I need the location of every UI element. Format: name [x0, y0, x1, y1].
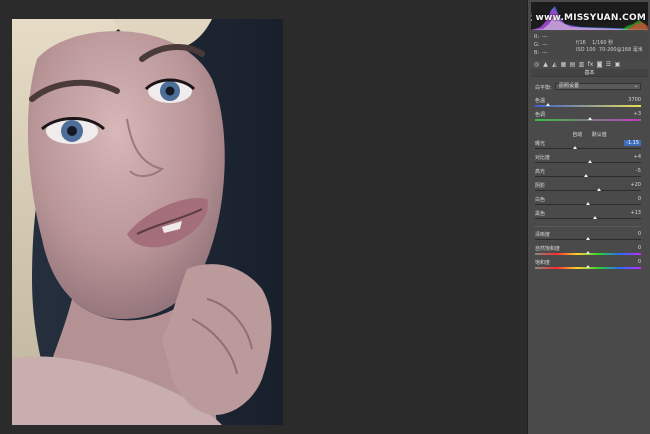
saturation-thumb[interactable] — [586, 265, 590, 268]
blue-readout: B: --- — [534, 50, 548, 56]
camera-calib-icon[interactable]: ◙ — [596, 61, 603, 68]
section-title: 基本 — [531, 69, 648, 77]
lens-info: ISO 100 70-200@168 毫米 — [576, 47, 643, 53]
divider — [535, 226, 641, 227]
exposure-thumb[interactable] — [573, 146, 578, 149]
split-tone-icon[interactable]: ▤ — [569, 61, 576, 68]
exposure-slider[interactable]: 曝光 -1.15 — [535, 140, 645, 152]
snapshot-icon[interactable]: ▣ — [614, 61, 621, 68]
red-readout: R: --- — [534, 34, 548, 40]
highlights-thumb[interactable] — [583, 174, 588, 177]
contrast-slider[interactable]: 对比度 +4 — [535, 154, 645, 166]
camera-raw-panel: 思缘设计论坛 www.MISSYUAN.COM R:--- G:--- B:--… — [527, 0, 650, 434]
white-balance-select[interactable]: 原照设置 ⌄ — [555, 83, 641, 90]
default-button[interactable]: 默认值 — [592, 132, 607, 138]
temperature-thumb[interactable] — [545, 103, 550, 106]
blacks-thumb[interactable] — [593, 216, 598, 219]
vibrance-slider[interactable]: 自然饱和度 0 — [535, 245, 645, 257]
white-balance-row: 白平衡: 原照设置 ⌄ — [535, 83, 645, 91]
highlights-slider[interactable]: 高光 -5 — [535, 168, 645, 180]
whites-thumb[interactable] — [586, 202, 590, 205]
auto-button[interactable]: 自动 — [572, 132, 582, 138]
shadows-thumb[interactable] — [596, 188, 601, 191]
tone-curve-icon[interactable]: ▲ — [542, 61, 549, 68]
detail-icon[interactable]: ◭ — [551, 61, 558, 68]
chevron-down-icon: ⌄ — [633, 83, 638, 89]
image-canvas[interactable] — [0, 0, 527, 434]
blacks-slider[interactable]: 黑色 +13 — [535, 210, 645, 222]
white-balance-label: 白平衡: — [535, 85, 552, 91]
whites-slider[interactable]: 白色 0 — [535, 196, 645, 208]
exposure-info: f/16 1/160 秒 — [576, 40, 614, 46]
photo-preview[interactable] — [12, 19, 283, 425]
contrast-thumb[interactable] — [588, 160, 593, 163]
shadows-slider[interactable]: 阴影 +20 — [535, 182, 645, 194]
tint-thumb[interactable] — [588, 117, 593, 120]
clarity-slider[interactable]: 清晰度 0 — [535, 231, 645, 243]
portrait-photo — [12, 19, 283, 425]
green-readout: G: --- — [534, 42, 548, 48]
saturation-slider[interactable]: 饱和度 0 — [535, 259, 645, 271]
clarity-thumb[interactable] — [586, 237, 590, 240]
panel-tabs: ◎ ▲ ◭ ▦ ▤ ▥ fx ◙ ☰ ▣ — [531, 60, 648, 68]
basic-tab-icon[interactable]: ◎ — [533, 61, 540, 68]
auto-default-row: 自动 默认值 — [531, 131, 648, 138]
tint-slider[interactable]: 色调 +3 — [535, 111, 645, 123]
lens-icon[interactable]: ▥ — [578, 61, 585, 68]
fx-icon[interactable]: fx — [587, 61, 594, 68]
pixel-readout: R: --- G: --- B: --- f/16 1/160 秒 ISO 100 7… — [531, 32, 648, 60]
presets-icon[interactable]: ☰ — [605, 61, 612, 68]
temperature-slider[interactable]: 色温 3700 — [535, 97, 645, 109]
hsl-icon[interactable]: ▦ — [560, 61, 567, 68]
vibrance-thumb[interactable] — [586, 251, 590, 254]
histogram: 思缘设计论坛 www.MISSYUAN.COM — [531, 2, 648, 30]
watermark-text: 思缘设计论坛 www.MISSYUAN.COM — [531, 13, 646, 23]
